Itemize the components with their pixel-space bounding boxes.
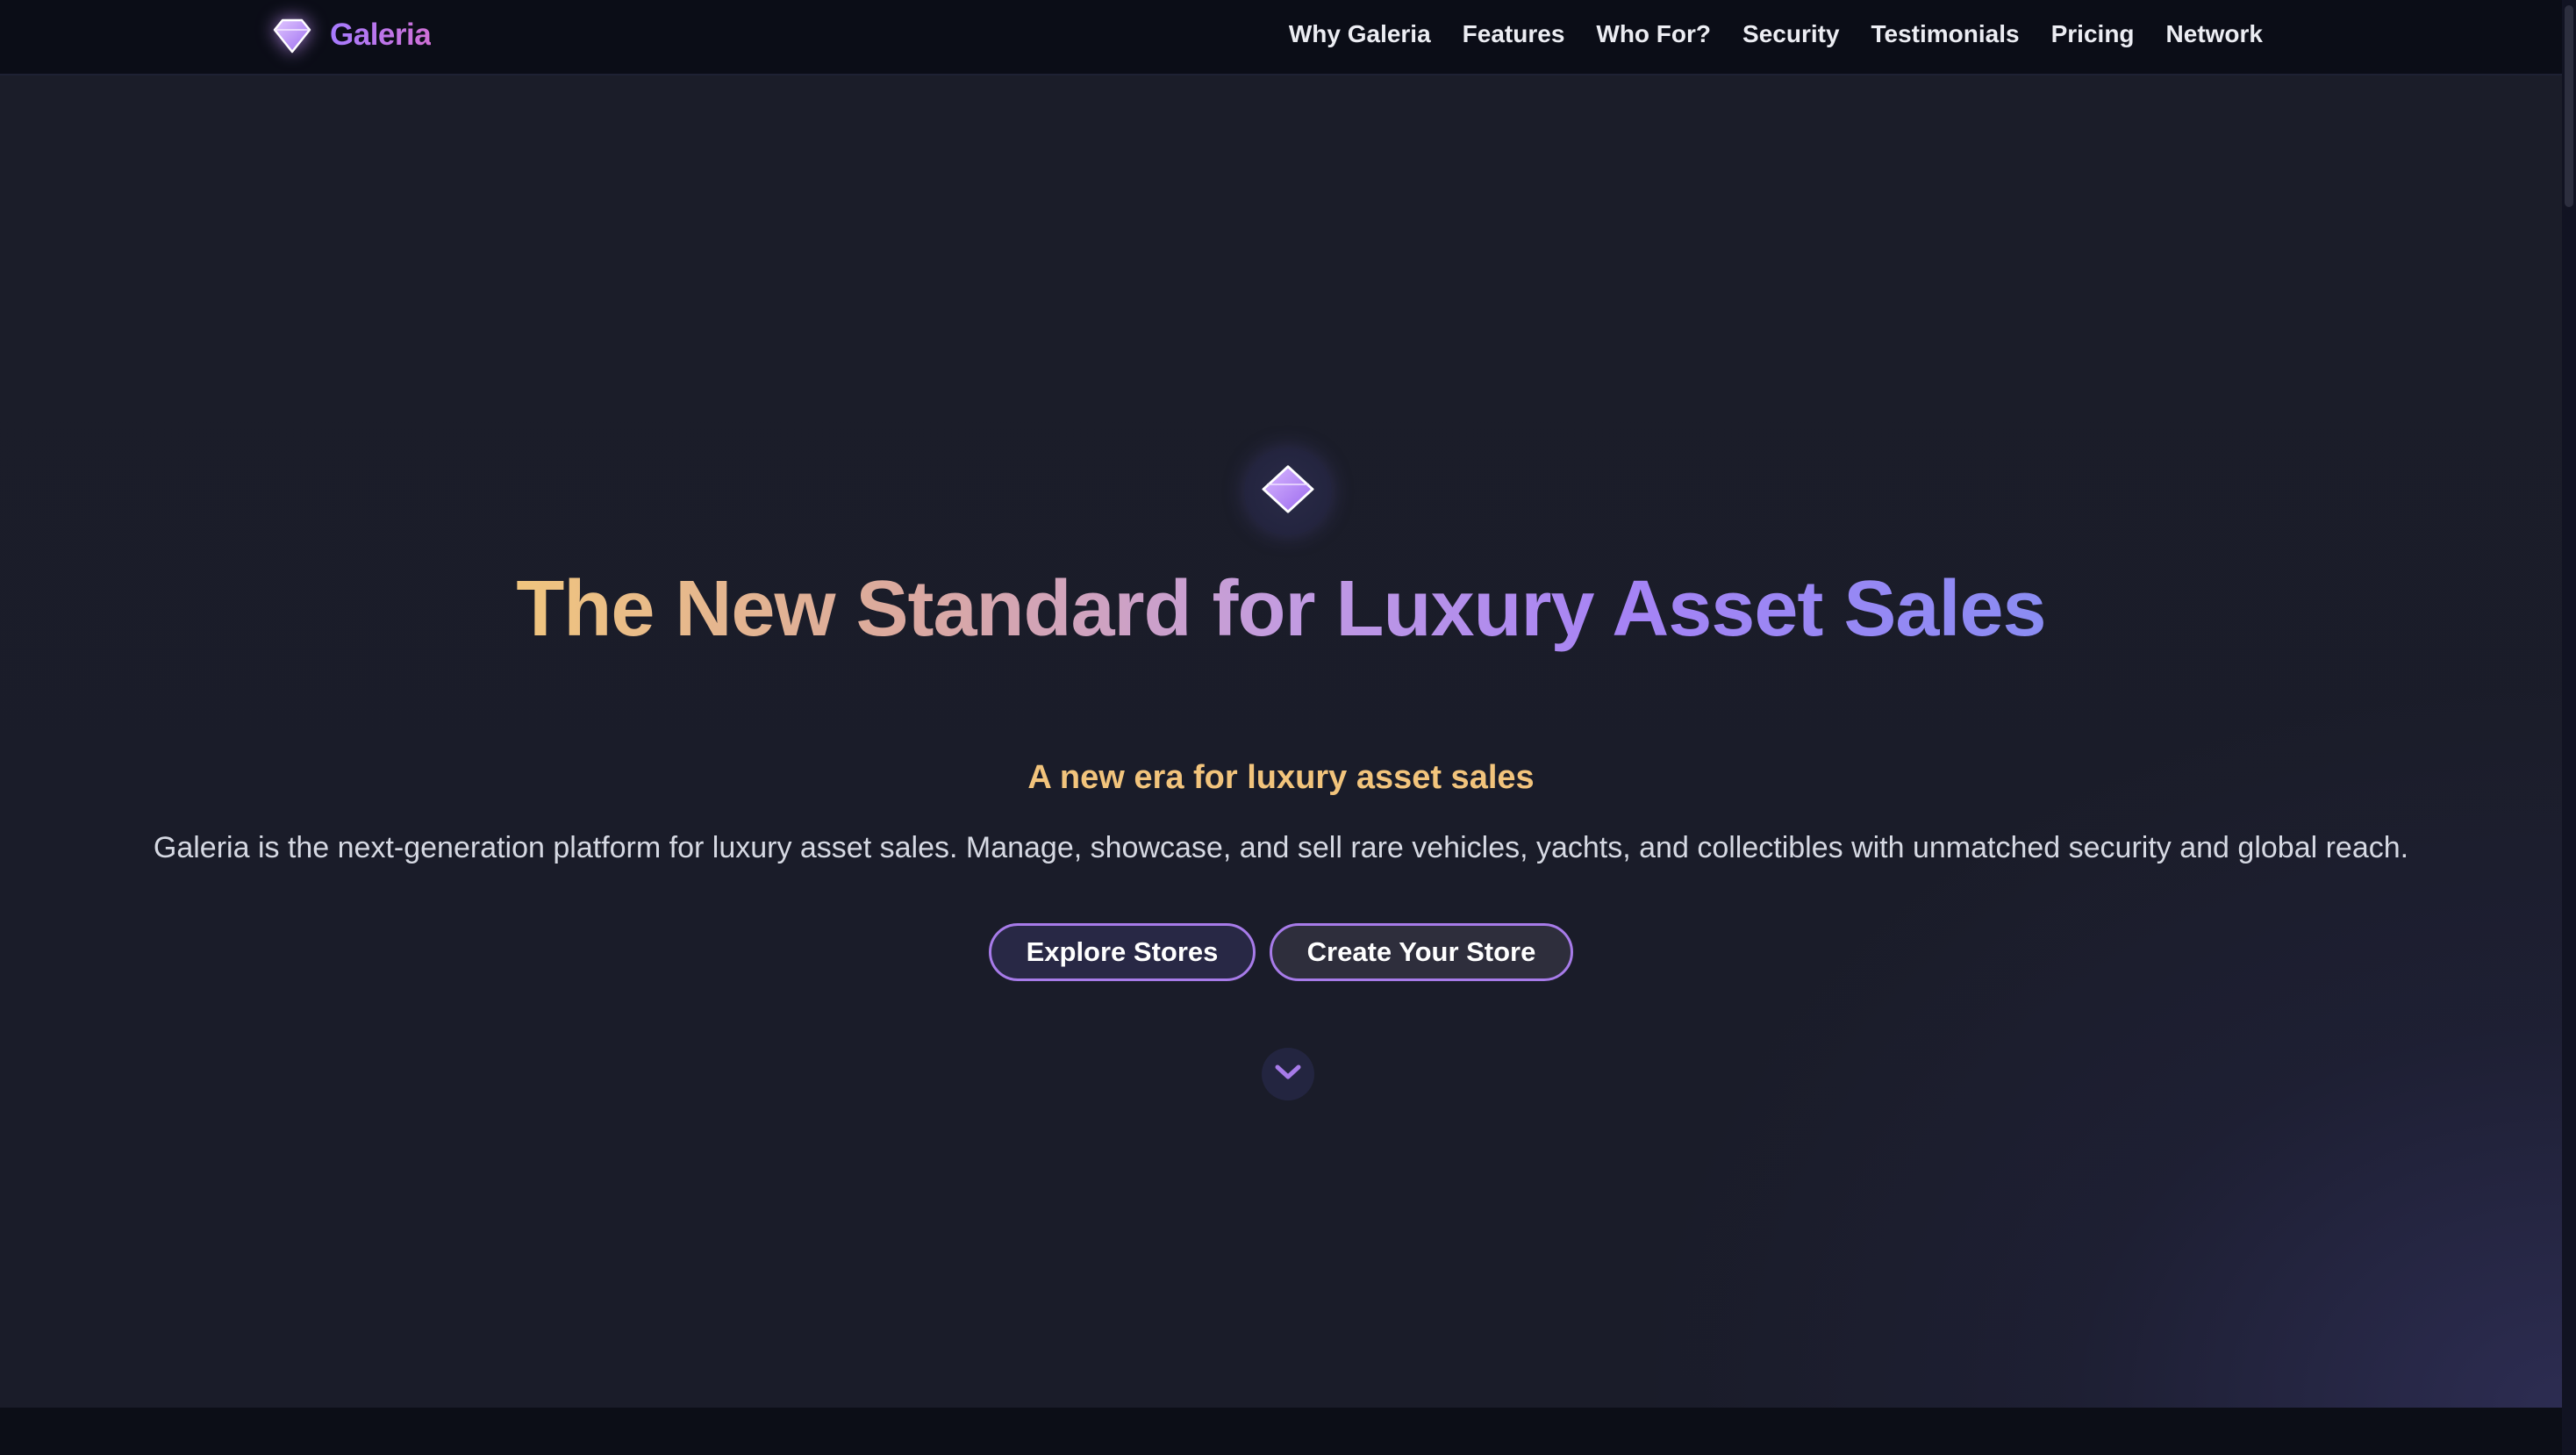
hero-icon-badge	[1244, 448, 1332, 535]
chevron-down-icon	[1273, 1063, 1303, 1086]
hero-actions: Explore Stores Create Your Store	[0, 923, 2562, 981]
nav-link-features[interactable]: Features	[1463, 20, 1565, 48]
brand-name: Galeria	[330, 18, 432, 52]
create-store-button[interactable]: Create Your Store	[1270, 923, 1573, 981]
page: Galeria Why Galeria Features Who For? Se…	[0, 0, 2576, 1455]
main-nav: Why Galeria Features Who For? Security T…	[1289, 0, 2263, 68]
nav-link-who-for[interactable]: Who For?	[1596, 20, 1711, 48]
next-section-edge	[0, 1408, 2562, 1455]
hero-title-text: The New Standard for Luxury Asset Sales	[516, 565, 2046, 653]
brand-logo-link[interactable]: Galeria	[270, 7, 432, 63]
nav-link-security[interactable]: Security	[1742, 20, 1840, 48]
diamond-icon	[270, 13, 314, 57]
scrollbar-thumb[interactable]	[2565, 5, 2573, 207]
hero-tagline: A new era for luxury asset sales	[1027, 759, 1535, 796]
hero-title: The New Standard for Luxury Asset Sales	[0, 556, 2562, 662]
hero-description: Galeria is the next-generation platform …	[153, 831, 2409, 864]
top-navbar: Galeria Why Galeria Features Who For? Se…	[0, 0, 2562, 75]
nav-link-pricing[interactable]: Pricing	[2051, 20, 2135, 48]
nav-link-testimonials[interactable]: Testimonials	[1871, 20, 2020, 48]
nav-link-network[interactable]: Network	[2166, 20, 2263, 48]
explore-stores-button[interactable]: Explore Stores	[989, 923, 1256, 981]
hero-section: The New Standard for Luxury Asset Sales …	[0, 75, 2562, 1408]
nav-link-why-galeria[interactable]: Why Galeria	[1289, 20, 1431, 48]
page-scrollbar[interactable]	[2562, 0, 2576, 1455]
scroll-down-button[interactable]	[1262, 1048, 1314, 1100]
diamond-icon	[1260, 462, 1316, 522]
